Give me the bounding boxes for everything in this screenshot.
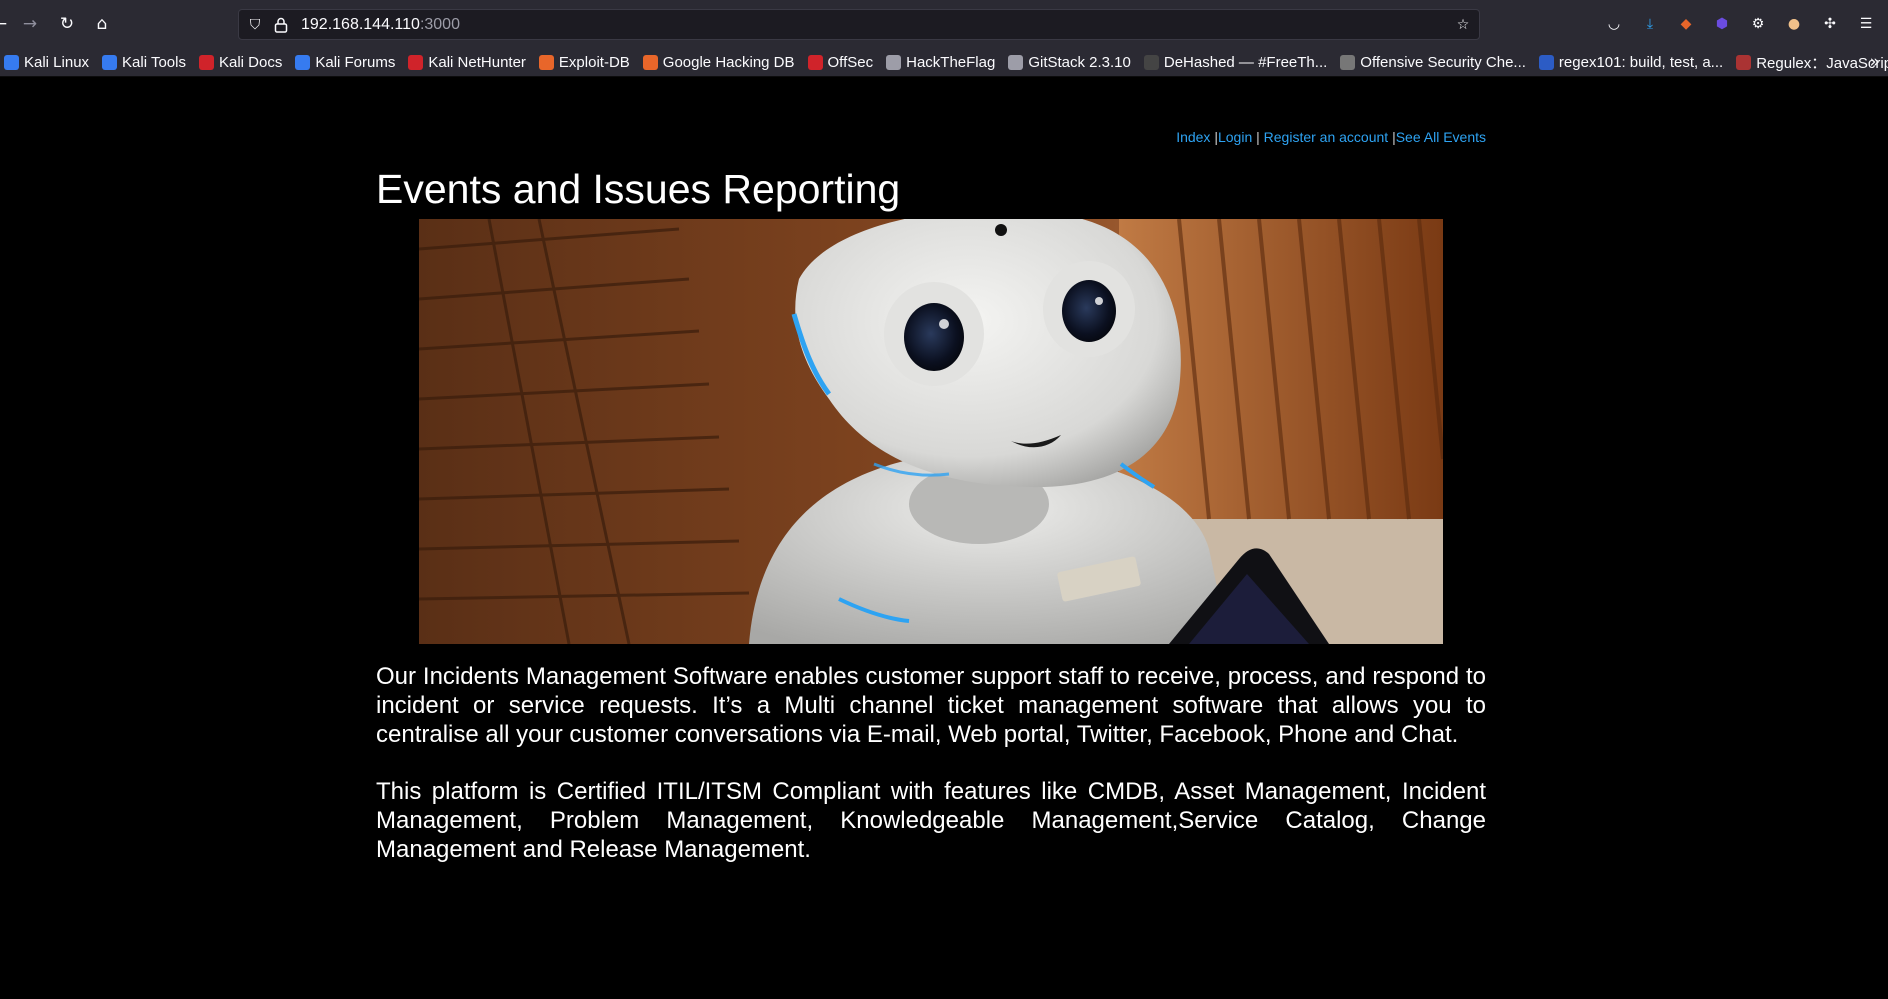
- bookmark-item[interactable]: Kali Docs: [195, 54, 291, 71]
- nav-register-link[interactable]: Register an account: [1264, 129, 1389, 145]
- bookmark-item[interactable]: Regulex：JavaScript R...: [1732, 52, 1888, 73]
- kali-forums-icon: [295, 54, 311, 70]
- exploit-db-icon: [538, 54, 554, 70]
- offsec-icon: [807, 54, 823, 70]
- intro-paragraph: Our Incidents Management Software enable…: [376, 663, 1486, 748]
- bookmark-item[interactable]: Google Hacking DB: [639, 54, 804, 71]
- extension-purple-icon[interactable]: ⬢: [1710, 12, 1734, 36]
- bookmarks-bar: Kali Linux Kali Tools Kali Docs Kali Forums…: [0, 48, 1888, 77]
- bookmark-item[interactable]: OffSec: [804, 54, 883, 71]
- pocket-icon[interactable]: ◡: [1602, 12, 1626, 36]
- lock-icon[interactable]: [271, 15, 291, 35]
- forward-arrow-icon: →: [22, 14, 38, 34]
- nav-separator: |: [1252, 129, 1264, 145]
- nethunter-icon: [408, 54, 424, 70]
- bookmark-label: Kali Linux: [24, 53, 90, 71]
- offsec-cheatsheet-icon: [1340, 54, 1356, 70]
- globe-icon: [1008, 54, 1024, 70]
- nav-login-link[interactable]: Login: [1218, 129, 1252, 145]
- ghdb-icon: [642, 54, 658, 70]
- browser-toolbar: ← → ↻ ⌂ ⛉ 192.168.144.110:3000 ☆ ◡ ⤓ ◆ ⬢…: [0, 0, 1888, 48]
- regulex-icon: [1736, 54, 1752, 70]
- nav-separator: |: [1210, 129, 1218, 145]
- bookmark-label: Kali Docs: [218, 53, 283, 71]
- bookmark-label: HackTheFlag: [906, 53, 996, 71]
- features-paragraph: This platform is Certified ITIL/ITSM Com…: [376, 778, 1486, 863]
- bookmark-label: Kali Tools: [122, 53, 186, 71]
- bookmark-label: Kali NetHunter: [428, 53, 526, 71]
- forward-button[interactable]: →: [18, 12, 42, 36]
- extension-fox-icon[interactable]: ◆: [1674, 12, 1698, 36]
- bookmark-item[interactable]: DeHashed — #FreeTh...: [1140, 54, 1336, 71]
- bookmark-item[interactable]: Exploit-DB: [535, 54, 639, 71]
- bookmark-item[interactable]: GitStack 2.3.10: [1004, 54, 1140, 71]
- bookmark-item[interactable]: Kali Linux: [0, 54, 98, 71]
- page-title: Events and Issues Reporting: [376, 166, 901, 212]
- reload-button[interactable]: ↻: [55, 12, 79, 36]
- menu-icon[interactable]: ☰: [1854, 12, 1878, 36]
- top-nav: Index |Login | Register an account |See …: [1176, 129, 1486, 145]
- bookmark-label: Exploit-DB: [558, 53, 630, 71]
- bookmarks-overflow-icon[interactable]: »: [1870, 52, 1880, 72]
- nav-index-link[interactable]: Index: [1176, 129, 1210, 145]
- home-button[interactable]: ⌂: [90, 12, 114, 36]
- nav-events-link[interactable]: See All Events: [1396, 129, 1486, 145]
- back-button[interactable]: ←: [0, 12, 12, 36]
- bookmark-item[interactable]: HackTheFlag: [882, 54, 1004, 71]
- bookmark-label: GitStack 2.3.10: [1028, 53, 1131, 71]
- kali-tools-icon: [102, 54, 118, 70]
- shield-icon[interactable]: ⛉: [245, 15, 265, 35]
- url-host: 192.168.144.110: [301, 16, 420, 33]
- flag-icon: [886, 54, 902, 70]
- toolbar-icons: ◡ ⤓ ◆ ⬢ ⚙ ● ✣ ☰: [1602, 12, 1878, 36]
- hash-icon: [1143, 54, 1159, 70]
- kali-dragon-icon: [4, 54, 19, 70]
- hero-robot-image: [419, 219, 1443, 644]
- bookmark-item[interactable]: Kali Forums: [291, 54, 404, 71]
- reload-icon: ↻: [59, 14, 75, 34]
- extension-egg-icon[interactable]: ●: [1782, 12, 1806, 36]
- url-text[interactable]: 192.168.144.110:3000: [301, 16, 460, 34]
- kali-docs-icon: [198, 54, 214, 70]
- downloads-icon[interactable]: ⤓: [1638, 12, 1662, 36]
- bookmark-label: Kali Forums: [315, 53, 396, 71]
- url-port: :3000: [419, 16, 460, 33]
- regex101-icon: [1538, 54, 1554, 70]
- bookmark-label: regex101: build, test, a...: [1558, 53, 1724, 71]
- bookmark-label: OffSec: [827, 53, 874, 71]
- extension-wappalyzer-icon[interactable]: ✣: [1818, 12, 1842, 36]
- bookmark-label: Regulex：JavaScript R...: [1756, 54, 1888, 72]
- extension-settings-icon[interactable]: ⚙: [1746, 12, 1770, 36]
- home-icon: ⌂: [96, 14, 108, 34]
- bookmark-star-icon[interactable]: ☆: [1453, 15, 1473, 35]
- url-bar[interactable]: ⛉ 192.168.144.110:3000 ☆: [238, 9, 1480, 40]
- bookmark-item[interactable]: regex101: build, test, a...: [1535, 54, 1732, 71]
- bookmark-item[interactable]: Offensive Security Che...: [1336, 54, 1535, 71]
- bookmark-label: DeHashed — #FreeTh...: [1163, 53, 1328, 71]
- nav-separator: |: [1388, 129, 1396, 145]
- bookmark-item[interactable]: Kali Tools: [98, 54, 195, 71]
- bookmark-label: Google Hacking DB: [662, 53, 795, 71]
- back-arrow-icon: ←: [0, 14, 7, 34]
- bookmark-label: Offensive Security Che...: [1360, 53, 1526, 71]
- bookmark-item[interactable]: Kali NetHunter: [404, 54, 535, 71]
